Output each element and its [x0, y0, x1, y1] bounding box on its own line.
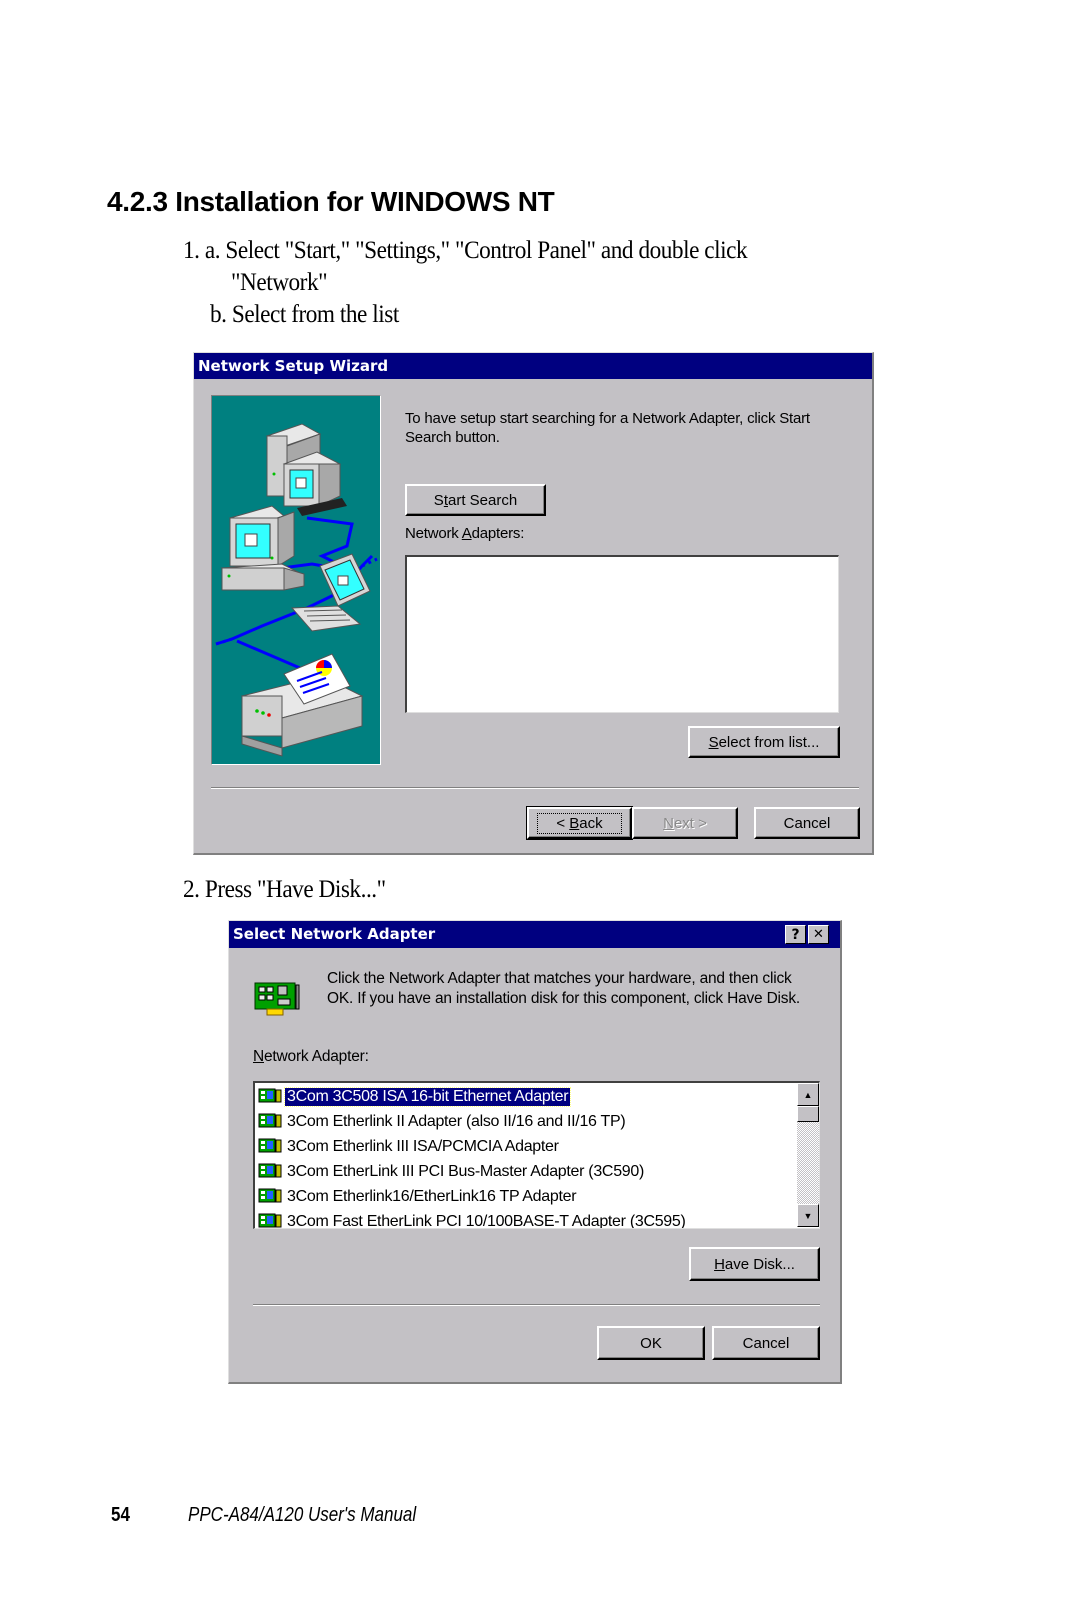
manual-title: PPC-A84/A120 User's Manual: [188, 1504, 417, 1526]
scroll-down-arrow-icon: ▼: [803, 1210, 813, 1221]
help-button[interactable]: ?: [785, 925, 806, 944]
next-accesskey: N: [663, 814, 674, 832]
step-1b-text: b. Select from the list: [210, 301, 399, 328]
adapter-name: 3Com Etherlink16/EtherLink16 TP Adapter: [287, 1187, 577, 1205]
section-heading: 4.2.3 Installation for WINDOWS NT: [107, 186, 555, 217]
scroll-up-button[interactable]: ▲: [797, 1083, 819, 1106]
next-label: Next >: [663, 815, 707, 832]
wizard-cancel-button[interactable]: Cancel: [754, 807, 860, 839]
back-button[interactable]: < Back: [526, 806, 633, 840]
adapter-list-item[interactable]: 3Com Etherlink16/EtherLink16 TP Adapter: [255, 1184, 796, 1209]
adapters-label-pre: Network: [405, 525, 462, 542]
network-card-icon: [258, 1163, 282, 1178]
network-card-icon: [258, 1138, 282, 1153]
start-search-label-pre: S: [433, 491, 444, 509]
select-from-list-button[interactable]: Select from list...: [688, 726, 840, 758]
wizard-cancel-label: Cancel: [783, 814, 831, 832]
adapter-list-item[interactable]: 3Com Fast EtherLink PCI 10/100BASE-T Ada…: [255, 1209, 796, 1228]
network-computers-illustration: [211, 395, 381, 765]
server-computer-icon: [265, 423, 347, 516]
network-adapter-listbox[interactable]: 3Com 3C508 ISA 16-bit Ethernet Adapter 3C…: [253, 1081, 820, 1229]
ok-label: OK: [640, 1334, 662, 1352]
wizard-separator: [211, 787, 859, 789]
desktop-computer-icon: [220, 505, 305, 591]
close-button[interactable]: ✕: [808, 925, 829, 944]
adapter-list-item[interactable]: 3Com Etherlink III ISA/PCMCIA Adapter: [255, 1134, 796, 1159]
start-search-label: Start Search: [434, 492, 517, 509]
adapter-label-post: etwork Adapter:: [264, 1048, 369, 1065]
network-card-icon: [258, 1213, 282, 1228]
adapter-list-item[interactable]: 3Com Etherlink II Adapter (also II/16 an…: [255, 1109, 796, 1134]
select-from-list-label: Select from list...: [709, 734, 820, 751]
adapter-list-item[interactable]: 3Com EtherLink III PCI Bus-Master Adapte…: [255, 1159, 796, 1184]
scroll-down-button[interactable]: ▼: [797, 1204, 819, 1227]
help-icon: ?: [791, 926, 800, 943]
network-setup-wizard-dialog: Network Setup Wizard To have setup start…: [193, 352, 874, 855]
close-icon: ✕: [813, 927, 824, 942]
ok-button[interactable]: OK: [597, 1326, 705, 1360]
adapter-name: 3Com EtherLink III PCI Bus-Master Adapte…: [287, 1162, 645, 1180]
have-disk-label: Have Disk...: [714, 1256, 795, 1273]
network-adapters-label: Network Adapters:: [405, 525, 524, 542]
start-search-label-post: art Search: [447, 491, 518, 509]
adapter-list: 3Com 3C508 ISA 16-bit Ethernet Adapter 3C…: [255, 1083, 796, 1228]
select-adapter-cancel-label: Cancel: [742, 1334, 790, 1352]
network-card-icon: [254, 982, 300, 1016]
have-disk-button[interactable]: Have Disk...: [689, 1247, 820, 1281]
have-disk-accesskey: H: [714, 1255, 725, 1273]
adapter-name: 3Com 3C508 ISA 16-bit Ethernet Adapter: [283, 1086, 572, 1107]
scroll-up-arrow-icon: ▲: [803, 1089, 813, 1100]
step-1a-text-continued: "Network": [231, 269, 328, 296]
adapter-name: 3Com Etherlink III ISA/PCMCIA Adapter: [287, 1137, 559, 1155]
next-button[interactable]: Next >: [632, 807, 738, 839]
start-search-button[interactable]: Start Search: [405, 484, 546, 516]
adapter-label-accesskey: N: [253, 1048, 264, 1065]
wizard-title: Network Setup Wizard: [198, 357, 389, 375]
select-from-list-post: elect from list...: [718, 733, 820, 751]
select-network-adapter-dialog: Select Network Adapter ? ✕ Click the Net…: [228, 920, 842, 1384]
adapters-label-accesskey: A: [461, 525, 472, 542]
network-illustration-icon: [215, 423, 378, 757]
back-label-pre: <: [556, 814, 570, 832]
select-from-list-accesskey: S: [708, 733, 719, 751]
adapter-list-scrollbar[interactable]: ▲ ▼: [797, 1083, 819, 1227]
have-disk-post: ave Disk...: [724, 1255, 795, 1273]
network-adapters-listbox[interactable]: [405, 555, 839, 713]
select-adapter-title: Select Network Adapter: [233, 925, 436, 943]
printer-icon: [240, 653, 364, 757]
network-card-icon: [258, 1088, 282, 1103]
next-label-post: ext >: [673, 814, 707, 832]
back-label: < Back: [537, 812, 622, 834]
back-accesskey: B: [569, 814, 580, 832]
page-number: 54: [111, 1504, 130, 1526]
wizard-instruction-text: To have setup start searching for a Netw…: [405, 410, 810, 446]
network-adapter-label: Network Adapter:: [253, 1048, 369, 1066]
network-card-icon: [258, 1188, 282, 1203]
adapters-label-post: dapters:: [471, 525, 525, 542]
back-label-post: ack: [579, 814, 603, 832]
scroll-thumb[interactable]: [797, 1106, 819, 1122]
adapter-list-item[interactable]: 3Com 3C508 ISA 16-bit Ethernet Adapter: [255, 1084, 796, 1109]
network-card-icon: [258, 1113, 282, 1128]
wizard-titlebar: Network Setup Wizard: [194, 353, 872, 379]
adapter-name: 3Com Fast EtherLink PCI 10/100BASE-T Ada…: [287, 1212, 686, 1229]
adapter-name: 3Com Etherlink II Adapter (also II/16 an…: [287, 1112, 626, 1130]
select-adapter-titlebar: Select Network Adapter: [229, 921, 840, 948]
step-2-text: 2. Press "Have Disk...": [183, 876, 386, 903]
step-1a-text: 1. a. Select "Start," "Settings," "Contr…: [183, 237, 748, 264]
select-adapter-separator: [253, 1304, 820, 1306]
select-adapter-instruction: Click the Network Adapter that matches y…: [327, 970, 801, 1007]
select-adapter-cancel-button[interactable]: Cancel: [712, 1326, 820, 1360]
